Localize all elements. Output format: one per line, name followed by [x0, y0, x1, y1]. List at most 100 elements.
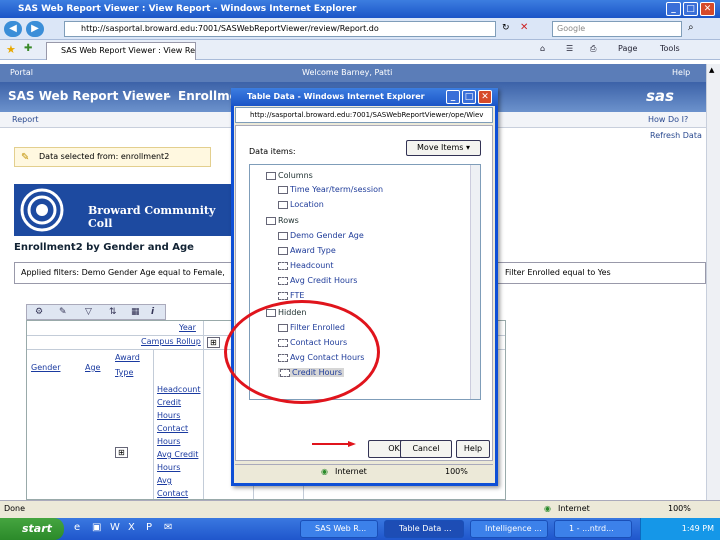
tree-item-location[interactable]: Location	[278, 200, 324, 209]
sort-icon[interactable]: ⇅	[109, 307, 117, 317]
tree-group-columns[interactable]: Columns	[266, 171, 313, 180]
quicklaunch-word-icon[interactable]: W	[110, 522, 120, 533]
favorites-star-icon[interactable]: ★	[6, 43, 16, 56]
category-icon	[278, 185, 288, 194]
refresh-icon[interactable]: ↻	[502, 23, 510, 33]
task-sas-web[interactable]: SAS Web R...	[300, 520, 378, 538]
measure-avg-credit[interactable]: Avg Credit	[157, 450, 198, 459]
minimize-icon[interactable]: _	[666, 2, 681, 16]
status-zone: Internet	[558, 504, 590, 513]
task-document[interactable]: 1 - ...ntrd...	[554, 520, 632, 538]
quicklaunch-excel-icon[interactable]: X	[128, 522, 135, 533]
taskbar: start e ▣ W X P ✉ SAS Web R... Table Dat…	[0, 518, 720, 540]
year-header[interactable]: Year	[179, 323, 196, 332]
start-button[interactable]: start	[0, 518, 64, 540]
quicklaunch-outlook-icon[interactable]: ✉	[164, 522, 172, 533]
tree-item-label: Location	[290, 200, 324, 209]
tab-sas-report[interactable]: SAS Web Report Viewer : View Report	[46, 42, 196, 60]
dialog-close-icon[interactable]: ✕	[478, 90, 492, 104]
quicklaunch-ie-icon[interactable]: e	[74, 522, 80, 533]
help-button[interactable]: Help	[456, 440, 490, 458]
task-table-data[interactable]: Table Data ...	[384, 520, 464, 538]
add-favorites-icon[interactable]: ✚	[24, 43, 32, 54]
feeds-icon[interactable]: ☰	[566, 44, 573, 53]
age-header[interactable]: Age	[85, 363, 100, 372]
measure-avg-contact[interactable]: Contact	[157, 489, 188, 498]
tree-item-award-type[interactable]: Award Type	[278, 246, 336, 255]
measure-credit-hours[interactable]: Hours	[157, 411, 180, 420]
app-title-report: Enrollme	[178, 89, 238, 103]
columns-icon	[266, 171, 276, 180]
filter-icon[interactable]: ▽	[85, 307, 92, 317]
refresh-data-link[interactable]: Refresh Data	[650, 131, 702, 140]
tree-item-label: Avg Credit Hours	[290, 276, 358, 285]
measure-icon	[278, 261, 288, 270]
portal-link[interactable]: Portal	[10, 68, 33, 77]
category-icon	[278, 200, 288, 209]
edit-icon[interactable]: ✎	[59, 307, 67, 317]
tree-scrollbar[interactable]	[470, 165, 480, 399]
college-banner: Broward Community Coll	[14, 184, 234, 236]
gender-header[interactable]: Gender	[31, 363, 60, 372]
quicklaunch-folder-icon[interactable]: ▣	[92, 522, 101, 533]
table-data-icon[interactable]: ▦	[131, 307, 140, 317]
category-icon	[278, 246, 288, 255]
measure-headcount[interactable]: Headcount	[157, 385, 201, 394]
measure-avg-credit-hours[interactable]: Hours	[157, 463, 180, 472]
data-source-name: enrollment2	[120, 152, 170, 161]
close-icon[interactable]: ✕	[700, 2, 715, 16]
tree-item-fte[interactable]: FTE	[278, 291, 304, 300]
table-options-icon[interactable]: ⚙	[35, 307, 43, 317]
page-menu[interactable]: Page	[618, 44, 637, 53]
report-menu[interactable]: Report	[12, 115, 39, 124]
tree-item-headcount[interactable]: Headcount	[278, 261, 334, 270]
type-header[interactable]: Type	[115, 368, 133, 377]
address-bar[interactable]: http://sasportal.broward.edu:7001/SASWeb…	[64, 21, 496, 37]
info-icon[interactable]: i	[151, 307, 154, 317]
forward-icon[interactable]: ▶	[26, 21, 44, 37]
maximize-icon[interactable]: □	[683, 2, 698, 16]
app-title: SAS Web Report Viewer	[8, 89, 169, 103]
home-icon[interactable]: ⌂	[540, 44, 545, 53]
dialog-zoom[interactable]: 100%	[445, 465, 468, 479]
back-icon[interactable]: ◀	[4, 21, 22, 37]
dialog-maximize-icon[interactable]: □	[462, 90, 476, 104]
status-text: Done	[4, 504, 26, 513]
award-header[interactable]: Award	[115, 353, 140, 362]
expand-row-icon[interactable]: ⊞	[115, 447, 128, 458]
tree-item-time-year[interactable]: Time Year/term/session	[278, 185, 383, 194]
search-icon[interactable]: ⌕	[688, 22, 694, 33]
expand-icon[interactable]: ⊞	[207, 337, 220, 348]
help-link[interactable]: Help	[672, 68, 690, 77]
quicklaunch-ppt-icon[interactable]: P	[146, 522, 152, 533]
measure-credit[interactable]: Credit	[157, 398, 181, 407]
report-title: Enrollment2 by Gender and Age	[14, 242, 194, 253]
measure-contact[interactable]: Contact	[157, 424, 188, 433]
how-do-i-menu[interactable]: How Do I?	[648, 115, 688, 124]
measure-icon	[278, 291, 288, 300]
tree-item-demo-gender-age[interactable]: Demo Gender Age	[278, 231, 364, 240]
applied-filters-text: Applied filters: Demo Gender Age equal t…	[21, 268, 225, 277]
dialog-body: Data items: Move Items ▾ Columns Time Ye…	[235, 125, 493, 461]
measure-avg[interactable]: Avg	[157, 476, 172, 485]
data-selected-banner: ✎ Data selected from: enrollment2	[14, 147, 211, 167]
move-items-button[interactable]: Move Items ▾	[406, 140, 481, 156]
status-zoom[interactable]: 100%	[668, 501, 691, 517]
stop-icon[interactable]: ✕	[520, 22, 528, 33]
print-icon[interactable]: ⎙	[590, 44, 596, 54]
sas-top-bar: Portal Welcome Barney, Patti Help	[0, 64, 706, 82]
address-row: ◀ ▶ http://sasportal.broward.edu:7001/SA…	[0, 18, 720, 40]
tools-menu[interactable]: Tools	[660, 44, 680, 53]
dialog-minimize-icon[interactable]: _	[446, 90, 460, 104]
campus-rollup-header[interactable]: Campus Rollup	[141, 337, 201, 346]
dialog-address-bar[interactable]: http://sasportal.broward.edu:7001/SASWeb…	[235, 107, 493, 123]
page-scrollbar[interactable]: ▲	[706, 64, 720, 500]
cancel-button[interactable]: Cancel	[400, 440, 452, 458]
scroll-up-icon[interactable]: ▲	[709, 66, 714, 74]
measure-contact-hours[interactable]: Hours	[157, 437, 180, 446]
search-input[interactable]: Google	[552, 21, 682, 37]
sas-logo: sas	[646, 87, 674, 105]
task-intelligence[interactable]: Intelligence ...	[470, 520, 548, 538]
tree-item-avg-credit-hours[interactable]: Avg Credit Hours	[278, 276, 357, 285]
tree-group-rows[interactable]: Rows	[266, 216, 299, 225]
